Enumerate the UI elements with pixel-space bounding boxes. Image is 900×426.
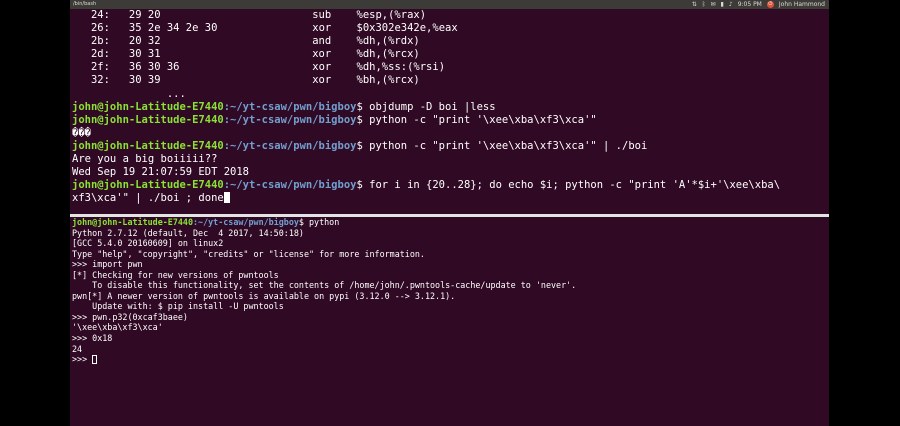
command-text: objdump -D boi |less	[369, 100, 496, 113]
command-text: python -c "print '\xee\xba\xf3\xca'"	[369, 113, 597, 126]
command-text: python -c "print '\xee\xba\xf3\xca'" | .…	[369, 139, 648, 152]
objdump-bytes: 30 39	[128, 74, 161, 87]
objdump-operands: %dh,(%rdx)	[356, 35, 420, 48]
python-output-line: Python 2.7.12 (default, Dec 4 2017, 14:5…	[72, 227, 304, 238]
objdump-operands: %bh,(%rcx)	[356, 74, 420, 87]
mail-icon[interactable]: ✉	[711, 0, 716, 9]
objdump-bytes: 35 2e 34 2e 30	[128, 22, 218, 35]
objdump-output: 24: 29 20 sub %esp,(%rax) 26: 35 2e 34 2…	[70, 9, 829, 88]
prompt-line-4: john@john-Latitude-E7440:~/yt-csaw/pwn/b…	[72, 179, 781, 192]
objdump-bytes: 36 30 36	[128, 61, 180, 74]
prompt-user: john@john-Latitude-E7440	[72, 100, 224, 113]
volume-icon[interactable]: ♪	[729, 0, 733, 9]
python-session-output: Python 2.7.12 (default, Dec 4 2017, 14:5…	[70, 228, 829, 355]
objdump-operands: %dh,(%rcx)	[356, 48, 420, 61]
objdump-row: 2d: 30 31 xor %dh,(%rcx)	[70, 48, 829, 61]
python-output-line: Type "help", "copyright", "credits" or "…	[72, 248, 425, 259]
python-output-line: >>> pwn.p32(0xcaf3baee)	[72, 311, 188, 322]
output-line: Are you a big boiiiii??	[72, 153, 218, 166]
system-tray: ⇅ ᛒ ✉ ▮ ♪ 9:05 PM ⏻ John Hammond	[692, 0, 825, 9]
objdump-mnemonic: xor	[312, 22, 332, 35]
objdump-bytes: 20 32	[128, 35, 161, 48]
objdump-mnemonic: sub	[312, 9, 332, 21]
objdump-address: 32:	[90, 74, 110, 87]
objdump-mnemonic: xor	[312, 61, 332, 74]
top-panel: /bin/bash ⇅ ᛒ ✉ ▮ ♪ 9:05 PM ⏻ John Hammo…	[70, 0, 829, 9]
objdump-row: 2f: 36 30 36 xor %dh,%ss:(%rsi)	[70, 61, 829, 74]
objdump-operands: $0x302e342e,%eax	[356, 22, 458, 35]
objdump-address: 2b:	[90, 35, 110, 48]
python-prompt-line[interactable]: >>>	[70, 354, 829, 365]
objdump-mnemonic: xor	[312, 48, 332, 61]
python-output-line: To disable this functionality, set the c…	[72, 280, 577, 291]
objdump-row: 24: 29 20 sub %esp,(%rax)	[70, 9, 829, 22]
python-output-line: [GCC 5.4.0 20160609] on linux2	[72, 238, 224, 249]
objdump-ellipsis: ...	[166, 87, 186, 100]
python-output-line: pwn[*] A newer version of pwntools is av…	[72, 290, 456, 301]
python-output-line: '\xee\xba\xf3\xca'	[72, 322, 163, 333]
prompt-line-2: john@john-Latitude-E7440:~/yt-csaw/pwn/b…	[72, 113, 597, 126]
objdump-operands: %esp,(%rax)	[356, 9, 427, 21]
battery-icon[interactable]: ▮	[721, 0, 724, 9]
output-line: ���	[72, 126, 91, 139]
text-cursor	[92, 355, 98, 365]
prompt-line-3: john@john-Latitude-E7440:~/yt-csaw/pwn/b…	[72, 139, 648, 152]
command-continuation: xf3\xca'" | ./boi ; done	[70, 192, 829, 205]
python-output-line: 24	[72, 343, 83, 354]
window-title: /bin/bash	[73, 1, 97, 7]
text-cursor	[223, 192, 230, 204]
prompt-line: john@john-Latitude-E7440:~/yt-csaw/pwn/b…	[72, 217, 340, 227]
network-icon[interactable]: ⇅	[692, 0, 697, 9]
terminal-pane-top[interactable]: 24: 29 20 sub %esp,(%rax) 26: 35 2e 34 2…	[70, 9, 829, 214]
objdump-address: 24:	[90, 9, 110, 21]
objdump-mnemonic: and	[312, 35, 332, 48]
python-output-line: Update with: $ pip install -U pwntools	[72, 301, 284, 312]
objdump-row: 26: 35 2e 34 2e 30 xor $0x302e342e,%eax	[70, 22, 829, 35]
objdump-operands: %dh,%ss:(%rsi)	[356, 61, 446, 74]
terminal-screen: /bin/bash ⇅ ᛒ ✉ ▮ ♪ 9:05 PM ⏻ John Hammo…	[70, 0, 829, 426]
user-name[interactable]: John Hammond	[779, 0, 825, 9]
objdump-address: 26:	[90, 22, 110, 35]
power-icon[interactable]: ⏻	[766, 1, 774, 8]
objdump-row: 2b: 20 32 and %dh,(%rdx)	[70, 35, 829, 48]
prompt-line-1: john@john-Latitude-E7440:~/yt-csaw/pwn/b…	[72, 100, 496, 113]
terminal-pane-bottom[interactable]: john@john-Latitude-E7440:~/yt-csaw/pwn/b…	[70, 217, 829, 426]
objdump-bytes: 30 31	[128, 48, 161, 61]
command-text: for i in {20..28}; do echo $i; python -c…	[369, 179, 781, 192]
bluetooth-icon[interactable]: ᛒ	[702, 0, 706, 9]
python-output-line: >>> 0x18	[72, 333, 113, 344]
objdump-bytes: 29 20	[128, 9, 161, 21]
objdump-row: 32: 30 39 xor %bh,(%rcx)	[70, 74, 829, 87]
command-text: python	[309, 217, 340, 227]
prompt-path: :~/yt-csaw/pwn/bigboy	[223, 100, 357, 113]
objdump-address: 2f:	[90, 61, 110, 74]
clock[interactable]: 9:05 PM	[738, 0, 762, 9]
python-output-line: [*] Checking for new versions of pwntool…	[72, 269, 279, 280]
objdump-address: 2d:	[90, 48, 110, 61]
python-output-line: >>> import pwn	[72, 259, 143, 270]
output-line: Wed Sep 19 21:07:59 EDT 2018	[72, 166, 250, 179]
objdump-mnemonic: xor	[312, 74, 332, 87]
